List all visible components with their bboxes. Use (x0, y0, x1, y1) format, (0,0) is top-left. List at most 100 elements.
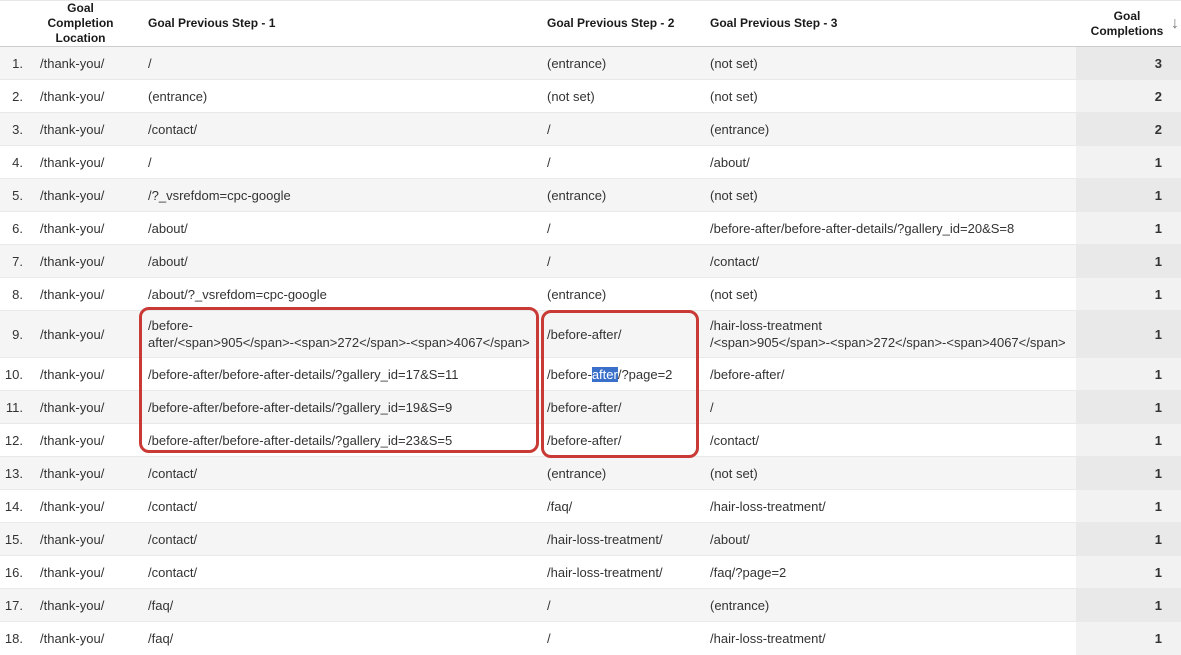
cell-goal-previous-step-1: /about/?_vsrefdom=cpc-google (141, 278, 540, 311)
cell-goal-previous-step-2: /before-after/ (540, 424, 703, 457)
cell-goal-previous-step-3: /about/ (703, 146, 1076, 179)
column-header-goal-previous-step-3[interactable]: Goal Previous Step - 3 (703, 1, 1076, 47)
cell-goal-completion-location: /thank-you/ (30, 358, 141, 391)
row-index: 6. (0, 212, 30, 245)
cell-goal-completions: 1 (1076, 457, 1181, 490)
cell-goal-previous-step-3: /before-after/before-after-details/?gall… (703, 212, 1076, 245)
cell-goal-previous-step-1: /?_vsrefdom=cpc-google (141, 179, 540, 212)
cell-goal-previous-step-2: / (540, 113, 703, 146)
cell-goal-previous-step-3: /contact/ (703, 245, 1076, 278)
cell-goal-completion-location: /thank-you/ (30, 311, 141, 358)
cell-goal-previous-step-3: (not set) (703, 179, 1076, 212)
cell-goal-previous-step-1: /faq/ (141, 622, 540, 655)
cell-goal-completion-location: /thank-you/ (30, 391, 141, 424)
table-row: 6./thank-you//about///before-after/befor… (0, 212, 1181, 245)
row-index: 9. (0, 311, 30, 358)
cell-goal-previous-step-3: / (703, 391, 1076, 424)
table-row: 18./thank-you//faq///hair-loss-treatment… (0, 622, 1181, 655)
cell-goal-previous-step-2: (entrance) (540, 278, 703, 311)
cell-goal-previous-step-3: (not set) (703, 47, 1076, 80)
cell-goal-completion-location: /thank-you/ (30, 490, 141, 523)
cell-goal-completion-location: /thank-you/ (30, 278, 141, 311)
cell-goal-completions: 1 (1076, 179, 1181, 212)
cell-goal-previous-step-1: /contact/ (141, 113, 540, 146)
cell-goal-completion-location: /thank-you/ (30, 80, 141, 113)
table-row: 17./thank-you//faq//(entrance)1 (0, 589, 1181, 622)
cell-goal-completion-location: /thank-you/ (30, 523, 141, 556)
row-index: 11. (0, 391, 30, 424)
cell-goal-completions: 1 (1076, 358, 1181, 391)
cell-goal-previous-step-1: /contact/ (141, 457, 540, 490)
cell-goal-previous-step-2: (not set) (540, 80, 703, 113)
row-index: 3. (0, 113, 30, 146)
table-row: 3./thank-you//contact//(entrance)2 (0, 113, 1181, 146)
cell-goal-previous-step-2: (entrance) (540, 47, 703, 80)
table-row: 10./thank-you//before-after/before-after… (0, 358, 1181, 391)
cell-goal-previous-step-2: / (540, 589, 703, 622)
cell-goal-completion-location: /thank-you/ (30, 179, 141, 212)
column-header-goal-previous-step-2[interactable]: Goal Previous Step - 2 (540, 1, 703, 47)
cell-goal-previous-step-2: / (540, 622, 703, 655)
row-index: 13. (0, 457, 30, 490)
cell-goal-previous-step-1: /before- after/<span>905</span>-<span>27… (141, 311, 540, 358)
cell-goal-completions: 1 (1076, 391, 1181, 424)
column-header-goal-completion-location[interactable]: Goal Completion Location (30, 1, 141, 47)
cell-goal-completion-location: /thank-you/ (30, 113, 141, 146)
cell-goal-previous-step-3: /about/ (703, 523, 1076, 556)
cell-goal-previous-step-2: / (540, 146, 703, 179)
goal-completions-header-label[interactable]: Goal Completions (1088, 9, 1166, 39)
table-row: 8./thank-you//about/?_vsrefdom=cpc-googl… (0, 278, 1181, 311)
cell-goal-completion-location: /thank-you/ (30, 212, 141, 245)
table-row: 14./thank-you//contact//faq//hair-loss-t… (0, 490, 1181, 523)
cell-goal-completion-location: /thank-you/ (30, 47, 141, 80)
cell-goal-previous-step-1: /before-after/before-after-details/?gall… (141, 391, 540, 424)
cell-goal-previous-step-1: /contact/ (141, 490, 540, 523)
cell-goal-previous-step-2: / (540, 245, 703, 278)
table-row: 5./thank-you//?_vsrefdom=cpc-google(entr… (0, 179, 1181, 212)
cell-goal-completions: 1 (1076, 245, 1181, 278)
cell-goal-previous-step-3: /hair-loss-treatment/ (703, 490, 1076, 523)
selection-suffix-text: /?page=2 (618, 367, 673, 382)
cell-goal-previous-step-1: /contact/ (141, 556, 540, 589)
cell-goal-previous-step-2: /hair-loss-treatment/ (540, 556, 703, 589)
row-index: 18. (0, 622, 30, 655)
cell-goal-completions: 1 (1076, 523, 1181, 556)
goal-completions-table: Goal Completion Location Goal Previous S… (0, 0, 1181, 655)
row-index: 7. (0, 245, 30, 278)
table-row: 16./thank-you//contact//hair-loss-treatm… (0, 556, 1181, 589)
table-row: 7./thank-you//about///contact/1 (0, 245, 1181, 278)
cell-goal-previous-step-2: / (540, 212, 703, 245)
sort-descending-icon[interactable]: ↓ (1171, 16, 1179, 32)
row-index: 5. (0, 179, 30, 212)
row-index: 1. (0, 47, 30, 80)
cell-goal-previous-step-1: / (141, 146, 540, 179)
cell-goal-previous-step-3: (not set) (703, 278, 1076, 311)
cell-goal-previous-step-3: (entrance) (703, 113, 1076, 146)
cell-goal-previous-step-2: /faq/ (540, 490, 703, 523)
selected-text: after (592, 367, 618, 382)
cell-goal-previous-step-3: (not set) (703, 80, 1076, 113)
cell-goal-previous-step-1: (entrance) (141, 80, 540, 113)
cell-goal-completions: 1 (1076, 589, 1181, 622)
cell-goal-previous-step-2: /before-after/ (540, 311, 703, 358)
cell-goal-previous-step-3: (entrance) (703, 589, 1076, 622)
cell-goal-completions: 2 (1076, 113, 1181, 146)
table-row: 1./thank-you//(entrance)(not set)3 (0, 47, 1181, 80)
cell-goal-completions: 1 (1076, 311, 1181, 358)
row-index: 16. (0, 556, 30, 589)
cell-goal-completions: 1 (1076, 622, 1181, 655)
column-header-goal-completions[interactable]: Goal Completions ↓ (1076, 1, 1181, 47)
table-header: Goal Completion Location Goal Previous S… (0, 1, 1181, 47)
column-header-goal-previous-step-1[interactable]: Goal Previous Step - 1 (141, 1, 540, 47)
cell-goal-previous-step-3: /hair-loss-treatment/ (703, 622, 1076, 655)
row-index: 10. (0, 358, 30, 391)
row-index: 17. (0, 589, 30, 622)
cell-goal-previous-step-2: (entrance) (540, 179, 703, 212)
cell-goal-previous-step-3: (not set) (703, 457, 1076, 490)
cell-goal-completion-location: /thank-you/ (30, 589, 141, 622)
cell-goal-completions: 1 (1076, 556, 1181, 589)
table-row: 12./thank-you//before-after/before-after… (0, 424, 1181, 457)
cell-goal-completions: 1 (1076, 278, 1181, 311)
cell-goal-completion-location: /thank-you/ (30, 457, 141, 490)
row-index: 4. (0, 146, 30, 179)
